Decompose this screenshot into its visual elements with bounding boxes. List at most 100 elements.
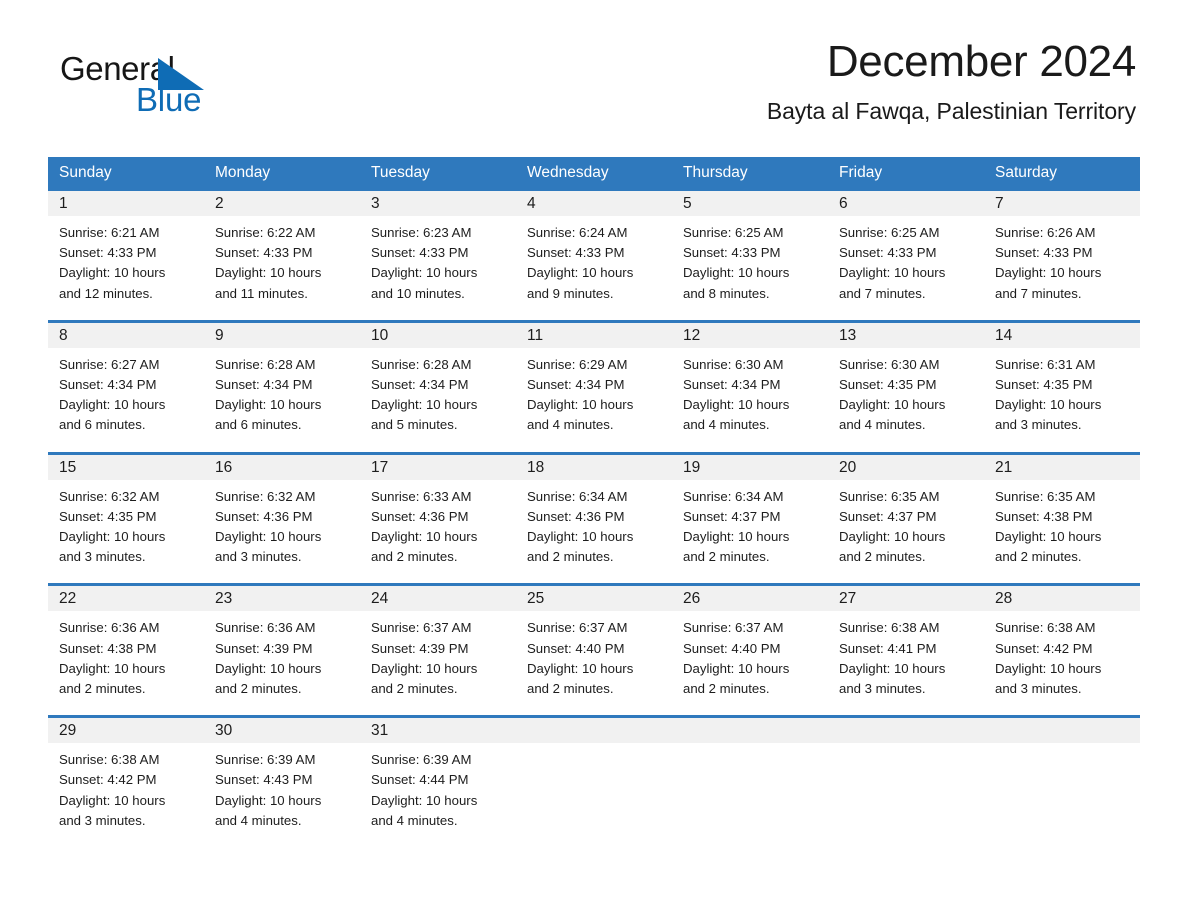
day-cell-23[interactable]: Sunrise: 6:36 AM Sunset: 4:39 PM Daylight:… <box>204 618 360 699</box>
weekday-header-saturday: Saturday <box>995 164 1058 181</box>
day-number-13[interactable]: 13 <box>828 323 984 348</box>
day-number-30[interactable]: 30 <box>204 718 360 743</box>
day-daylight-line1-text: Daylight: 10 hours <box>839 660 946 676</box>
day-cell-4[interactable]: Sunrise: 6:24 AM Sunset: 4:33 PM Daylight:… <box>516 223 672 304</box>
day-number-1[interactable]: 1 <box>48 191 204 216</box>
day-cell-28[interactable]: Sunrise: 6:38 AM Sunset: 4:42 PM Daylight:… <box>984 618 1140 699</box>
week-spacer <box>48 569 1140 584</box>
day-number-8[interactable]: 8 <box>48 323 204 348</box>
day-number-25[interactable]: 25 <box>516 586 672 611</box>
day-cell-7[interactable]: Sunrise: 6:26 AM Sunset: 4:33 PM Daylight:… <box>984 223 1140 304</box>
day-sunset-text: Sunset: 4:44 PM <box>371 772 469 788</box>
day-daylight-line1-text: Daylight: 10 hours <box>59 265 166 281</box>
day-cell-20[interactable]: Sunrise: 6:35 AM Sunset: 4:37 PM Daylight:… <box>828 487 984 568</box>
week-spacer <box>48 437 1140 452</box>
day-number-18[interactable]: 18 <box>516 455 672 480</box>
day-sunrise-text: Sunrise: 6:29 AM <box>527 356 628 372</box>
day-sunrise-text: Sunrise: 6:30 AM <box>839 356 940 372</box>
day-cell-12[interactable]: Sunrise: 6:30 AM Sunset: 4:34 PM Daylight:… <box>672 355 828 436</box>
day-daylight-line1-text: Daylight: 10 hours <box>371 265 478 281</box>
day-number-24[interactable]: 24 <box>360 586 516 611</box>
day-daylight-line1-text: Daylight: 10 hours <box>527 265 634 281</box>
day-number-12[interactable]: 12 <box>672 323 828 348</box>
day-daylight-line2-text: and 4 minutes. <box>371 812 458 828</box>
day-sunrise-text: Sunrise: 6:28 AM <box>215 356 316 372</box>
day-cell-6[interactable]: Sunrise: 6:25 AM Sunset: 4:33 PM Daylight:… <box>828 223 984 304</box>
day-number-17[interactable]: 17 <box>360 455 516 480</box>
day-cell-25[interactable]: Sunrise: 6:37 AM Sunset: 4:40 PM Daylight:… <box>516 618 672 699</box>
weekday-header-tuesday: Tuesday <box>371 164 430 181</box>
day-daylight-line2-text: and 3 minutes. <box>839 681 926 697</box>
day-number-21[interactable]: 21 <box>984 455 1140 480</box>
day-number-10[interactable]: 10 <box>360 323 516 348</box>
day-daylight-line2-text: and 2 minutes. <box>371 549 458 565</box>
day-sunset-text: Sunset: 4:39 PM <box>215 640 313 656</box>
day-cell-5[interactable]: Sunrise: 6:25 AM Sunset: 4:33 PM Daylight:… <box>672 223 828 304</box>
day-cell-22[interactable]: Sunrise: 6:36 AM Sunset: 4:38 PM Daylight:… <box>48 618 204 699</box>
weekday-header-friday: Friday <box>839 164 883 181</box>
day-cell-27[interactable]: Sunrise: 6:38 AM Sunset: 4:41 PM Daylight:… <box>828 618 984 699</box>
day-daylight-line2-text: and 2 minutes. <box>371 681 458 697</box>
day-number-4[interactable]: 4 <box>516 191 672 216</box>
day-sunset-text: Sunset: 4:34 PM <box>215 377 313 393</box>
day-number-11[interactable]: 11 <box>516 323 672 348</box>
day-sunrise-text: Sunrise: 6:31 AM <box>995 356 1096 372</box>
day-number-7[interactable]: 7 <box>984 191 1140 216</box>
day-number-14[interactable]: 14 <box>984 323 1140 348</box>
day-sunrise-text: Sunrise: 6:32 AM <box>215 488 316 504</box>
day-number-band: 8 9 10 11 12 13 14 <box>48 322 1140 348</box>
day-daylight-line1-text: Daylight: 10 hours <box>215 792 322 808</box>
day-cell-11[interactable]: Sunrise: 6:29 AM Sunset: 4:34 PM Daylight:… <box>516 355 672 436</box>
calendar-week-row: 1 2 3 4 5 6 7 Sunrise: 6:21 AM Sunset: 4:33 PM Da… <box>48 188 1140 306</box>
day-daylight-line1-text: Daylight: 10 hours <box>839 265 946 281</box>
day-number-22[interactable]: 22 <box>48 586 204 611</box>
day-cell-31[interactable]: Sunrise: 6:39 AM Sunset: 4:44 PM Daylight:… <box>360 750 516 831</box>
day-cell-17[interactable]: Sunrise: 6:33 AM Sunset: 4:36 PM Daylight:… <box>360 487 516 568</box>
day-cell-1[interactable]: Sunrise: 6:21 AM Sunset: 4:33 PM Daylight:… <box>48 223 204 304</box>
day-sunset-text: Sunset: 4:40 PM <box>527 640 625 656</box>
day-cell-15[interactable]: Sunrise: 6:32 AM Sunset: 4:35 PM Daylight:… <box>48 487 204 568</box>
day-number-20[interactable]: 20 <box>828 455 984 480</box>
day-number-28[interactable]: 28 <box>984 586 1140 611</box>
day-sunset-text: Sunset: 4:37 PM <box>839 508 937 524</box>
day-cell-9[interactable]: Sunrise: 6:28 AM Sunset: 4:34 PM Daylight:… <box>204 355 360 436</box>
day-number-27[interactable]: 27 <box>828 586 984 611</box>
day-daylight-line2-text: and 2 minutes. <box>995 549 1082 565</box>
day-daylight-line2-text: and 10 minutes. <box>371 285 465 301</box>
day-cell-18[interactable]: Sunrise: 6:34 AM Sunset: 4:36 PM Daylight:… <box>516 487 672 568</box>
week-spacer <box>48 701 1140 716</box>
calendar-week-row: 15 16 17 18 19 20 21 Sunrise: 6:32 AM Sunset: 4:… <box>48 437 1140 570</box>
day-number-29[interactable]: 29 <box>48 718 204 743</box>
day-number-9[interactable]: 9 <box>204 323 360 348</box>
day-cell-24[interactable]: Sunrise: 6:37 AM Sunset: 4:39 PM Daylight:… <box>360 618 516 699</box>
day-number-26[interactable]: 26 <box>672 586 828 611</box>
day-cell-10[interactable]: Sunrise: 6:28 AM Sunset: 4:34 PM Daylight:… <box>360 355 516 436</box>
day-cell-2[interactable]: Sunrise: 6:22 AM Sunset: 4:33 PM Daylight:… <box>204 223 360 304</box>
day-number-23[interactable]: 23 <box>204 586 360 611</box>
day-cell-3[interactable]: Sunrise: 6:23 AM Sunset: 4:33 PM Daylight:… <box>360 223 516 304</box>
day-number-15[interactable]: 15 <box>48 455 204 480</box>
day-cell-8[interactable]: Sunrise: 6:27 AM Sunset: 4:34 PM Daylight:… <box>48 355 204 436</box>
day-number-empty <box>516 718 672 743</box>
day-number-31[interactable]: 31 <box>360 718 516 743</box>
day-cell-19[interactable]: Sunrise: 6:34 AM Sunset: 4:37 PM Daylight:… <box>672 487 828 568</box>
day-number-2[interactable]: 2 <box>204 191 360 216</box>
day-sunset-text: Sunset: 4:33 PM <box>839 245 937 261</box>
day-cell-21[interactable]: Sunrise: 6:35 AM Sunset: 4:38 PM Daylight:… <box>984 487 1140 568</box>
day-number-16[interactable]: 16 <box>204 455 360 480</box>
calendar-week-row: 22 23 24 25 26 27 28 Sunrise: 6:36 AM Sunset: 4:… <box>48 569 1140 702</box>
day-number-5[interactable]: 5 <box>672 191 828 216</box>
day-cell-16[interactable]: Sunrise: 6:32 AM Sunset: 4:36 PM Daylight:… <box>204 487 360 568</box>
day-number-3[interactable]: 3 <box>360 191 516 216</box>
day-cell-13[interactable]: Sunrise: 6:30 AM Sunset: 4:35 PM Daylight:… <box>828 355 984 436</box>
day-number-19[interactable]: 19 <box>672 455 828 480</box>
day-daylight-line1-text: Daylight: 10 hours <box>839 529 946 545</box>
day-cell-14[interactable]: Sunrise: 6:31 AM Sunset: 4:35 PM Daylight:… <box>984 355 1140 436</box>
day-daylight-line2-text: and 2 minutes. <box>527 681 614 697</box>
day-number-6[interactable]: 6 <box>828 191 984 216</box>
day-cell-29[interactable]: Sunrise: 6:38 AM Sunset: 4:42 PM Daylight:… <box>48 750 204 831</box>
day-daylight-line1-text: Daylight: 10 hours <box>371 792 478 808</box>
day-daylight-line1-text: Daylight: 10 hours <box>995 660 1102 676</box>
day-cell-30[interactable]: Sunrise: 6:39 AM Sunset: 4:43 PM Daylight:… <box>204 750 360 831</box>
day-cell-26[interactable]: Sunrise: 6:37 AM Sunset: 4:40 PM Daylight:… <box>672 618 828 699</box>
